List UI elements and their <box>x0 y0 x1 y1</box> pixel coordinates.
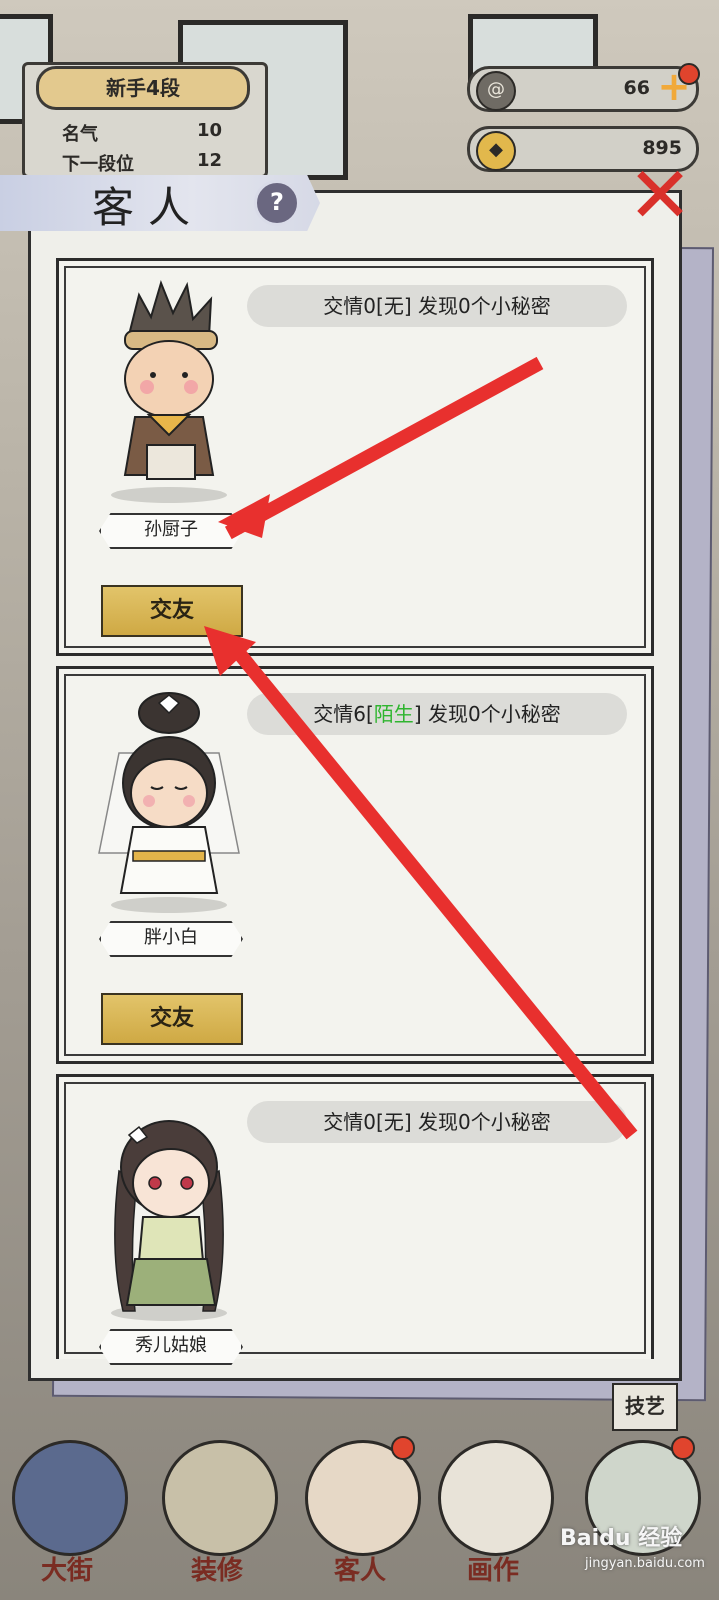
make-friend-button[interactable]: 交友 <box>101 993 243 1045</box>
guest-name-tag: 胖小白 <box>99 921 243 957</box>
annotation-arrowhead <box>218 494 270 538</box>
nav-guests[interactable]: 客人 <box>295 1430 425 1600</box>
guest-card: 交情6[陌生] 发现0个小秘密 胖小白 交友 <box>56 666 654 1064</box>
info-suffix: ] 发现0个小秘密 <box>403 294 551 318</box>
bottom-nav: 大街 装修 客人 画作 <box>0 1430 719 1600</box>
rank-badge: 新手4段 <box>36 66 250 110</box>
xiaobai-portrait <box>98 692 240 913</box>
panel-title: 客人 <box>92 183 205 232</box>
watermark-url: jingyan.baidu.com <box>585 1556 705 1571</box>
nav-street[interactable]: 大街 <box>2 1430 132 1600</box>
coin-icon: ◆ <box>476 131 516 171</box>
decorate-icon <box>162 1440 278 1556</box>
nav-label: 装修 <box>190 1556 243 1586</box>
info-suffix: ] 发现0个小秘密 <box>413 702 561 726</box>
stat-next-rank: 下一段位 12 <box>62 150 232 176</box>
info-suffix: ] 发现0个小秘密 <box>403 1110 551 1134</box>
info-prefix: 交情6[ <box>313 702 374 726</box>
relation-label: 无 <box>383 294 404 318</box>
info-prefix: 交情0[ <box>323 1110 384 1134</box>
stat-label: 名气 <box>62 124 98 145</box>
relation-label: 陌生 <box>373 702 414 726</box>
nav-label: 客人 <box>333 1556 386 1586</box>
stat-label: 下一段位 <box>62 154 134 175</box>
resource-value: 66 <box>623 77 650 99</box>
resource-swirl-bar: @ 66 + <box>467 63 700 112</box>
help-button[interactable]: ? <box>254 180 300 226</box>
guest-name-tag: 秀儿姑娘 <box>99 1329 243 1365</box>
close-button[interactable]: ✕ <box>622 157 698 235</box>
nav-decorate[interactable]: 装修 <box>152 1430 282 1600</box>
relation-label: 无 <box>383 1110 404 1134</box>
skill-button[interactable]: 技艺 <box>612 1383 678 1431</box>
nav-paintings[interactable]: 画作 <box>428 1430 558 1600</box>
stat-value: 10 <box>196 120 222 141</box>
painting-icon <box>438 1440 554 1556</box>
nav-craft[interactable] <box>575 1430 705 1600</box>
notification-dot <box>678 63 700 85</box>
guest-card: 交情0[无] 发现0个小秘密 秀儿姑娘 <box>56 1074 654 1365</box>
nav-label: 大街 <box>40 1556 93 1586</box>
annotation-arrowhead <box>204 626 256 676</box>
xiuer-portrait <box>111 1120 227 1321</box>
swirl-icon: @ <box>476 71 516 111</box>
street-icon <box>12 1440 128 1556</box>
friendship-info: 交情0[无] 发现0个小秘密 <box>247 1101 627 1143</box>
notification-dot <box>391 1436 415 1460</box>
watermark: Baidu 经验 <box>560 1526 683 1551</box>
notification-dot <box>671 1436 695 1460</box>
stat-value: 12 <box>196 150 222 171</box>
friendship-info: 交情0[无] 发现0个小秘密 <box>247 285 627 327</box>
chef-portrait <box>111 279 227 503</box>
stat-fame: 名气 10 <box>62 120 232 146</box>
info-prefix: 交情0[ <box>323 294 384 318</box>
nav-label: 画作 <box>466 1556 519 1586</box>
